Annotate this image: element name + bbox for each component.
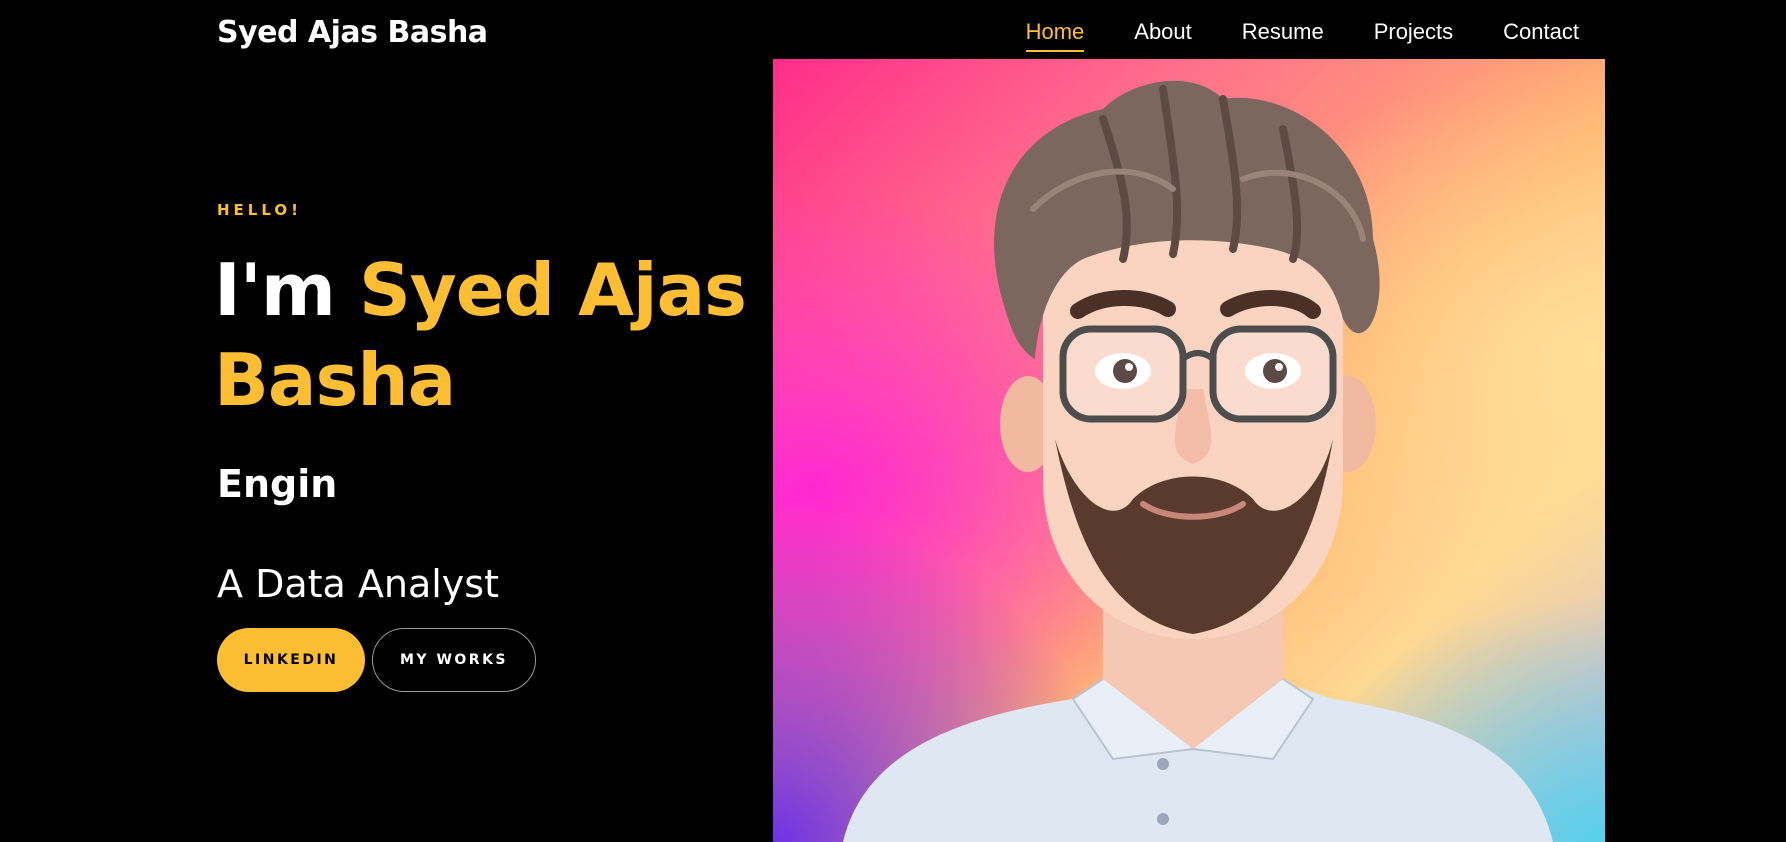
hero-headline: I'm Syed Ajas Basha [214, 245, 774, 425]
nav-resume[interactable]: Resume [1242, 14, 1324, 50]
nav-about[interactable]: About [1134, 14, 1192, 50]
main-nav: Home About Resume Projects Contact [1025, 14, 1579, 52]
headline-prefix: I'm [214, 248, 336, 332]
nav-contact[interactable]: Contact [1503, 14, 1579, 50]
typed-role-text: Engin [217, 462, 338, 506]
linkedin-button[interactable]: LINKEDIN [217, 628, 365, 692]
avatar-illustration [843, 80, 1553, 842]
my-works-button[interactable]: MY WORKS [372, 628, 536, 692]
nav-home[interactable]: Home [1025, 14, 1084, 52]
hello-eyebrow: HELLO! [217, 201, 302, 219]
brand-logo[interactable]: Syed Ajas Basha [217, 13, 488, 53]
nav-projects[interactable]: Projects [1374, 14, 1453, 50]
hero-portrait [773, 59, 1605, 842]
page: Syed Ajas Basha Home About Resume Projec… [0, 0, 1786, 842]
hero-subtitle: A Data Analyst [217, 562, 499, 606]
